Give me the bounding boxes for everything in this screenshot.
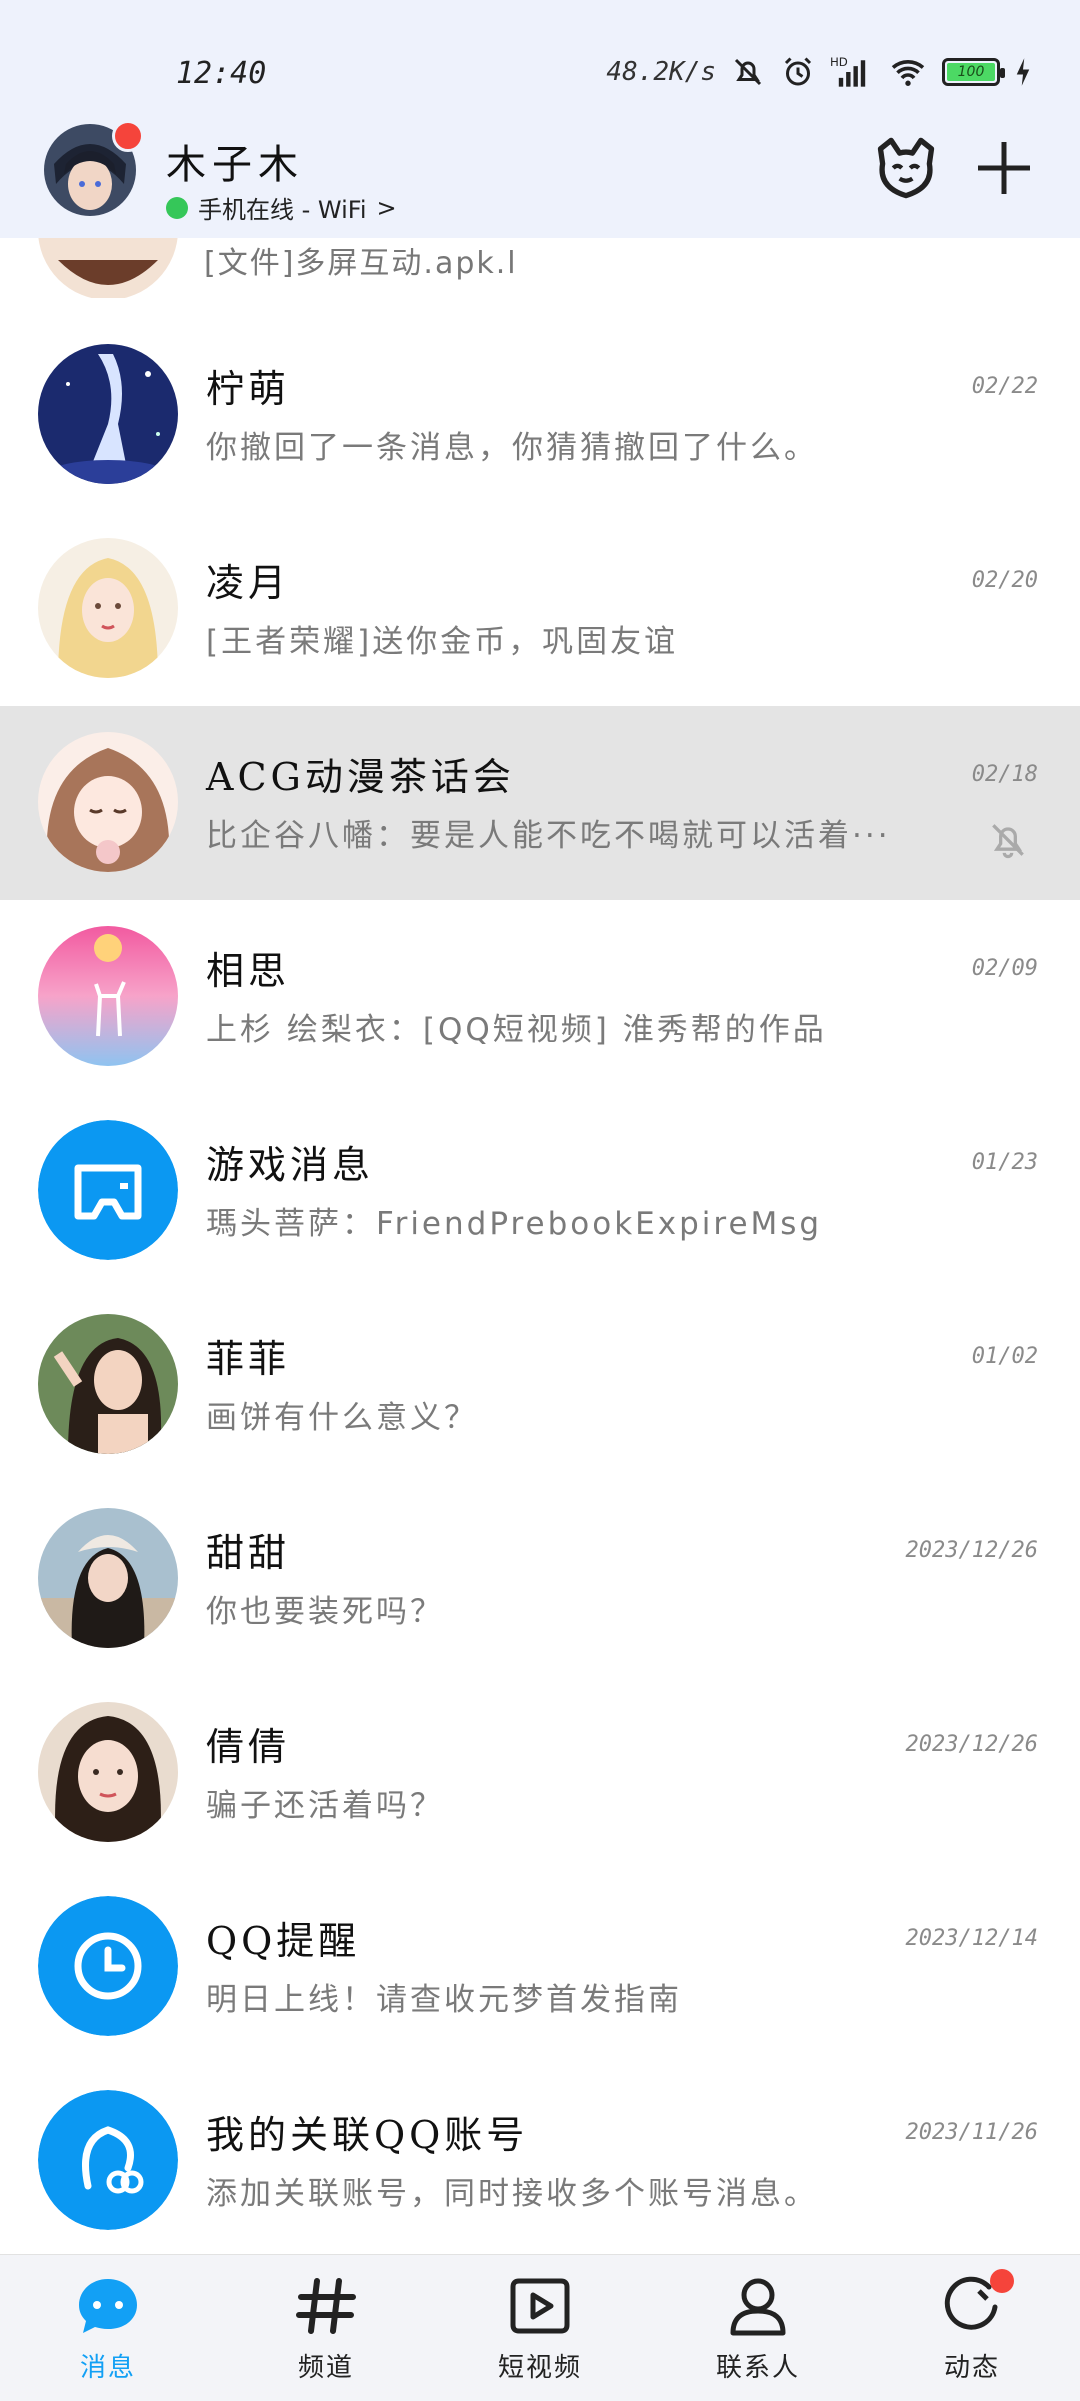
nav-label: 消息 xyxy=(79,2353,136,2383)
cat-icon[interactable] xyxy=(872,134,940,206)
conversation-title: ACG动漫茶话会 xyxy=(206,755,515,799)
list-item[interactable]: 相思 上杉 绘梨衣：[QQ短视频] 淮秀帮的作品 02/09 xyxy=(0,900,1080,1094)
list-item[interactable]: ACG动漫茶话会 比企谷八幡：要是人能不吃不喝就可以活着··· 02/18 xyxy=(0,706,1080,900)
list-item[interactable]: 凌月 [王者荣耀]送你金币，巩固友谊 02/20 xyxy=(0,512,1080,706)
battery-icon: 100 xyxy=(942,58,1005,86)
avatar xyxy=(38,926,178,1066)
bottom-nav: 消息 频道 短视频 联系人 动态 xyxy=(0,2254,1080,2401)
mute-bell-icon xyxy=(730,54,766,90)
list-item[interactable]: [文件]多屏互动.apk.l xyxy=(0,238,1080,298)
conversation-title: QQ提醒 xyxy=(206,1919,361,1963)
conversation-title: 相思 xyxy=(206,949,291,993)
message-preview: 上杉 绘梨衣：[QQ短视频] 淮秀帮的作品 xyxy=(206,1012,827,1048)
notification-badge xyxy=(990,2269,1014,2293)
message-preview: 画饼有什么意义？ xyxy=(206,1400,478,1436)
contact-icon xyxy=(688,2271,828,2341)
status-time: 12:40 xyxy=(176,56,267,91)
status-icons: 48.2K/s HD 100 xyxy=(606,50,1032,94)
avatar xyxy=(38,538,178,678)
tab-short-video[interactable]: 短视频 xyxy=(470,2271,610,2384)
avatar xyxy=(38,1896,178,2036)
message-preview: [王者荣耀]送你金币，巩固友谊 xyxy=(206,624,679,660)
timestamp: 01/23 xyxy=(971,1150,1038,1175)
list-item[interactable]: 倩倩 骗子还活着吗？ 2023/12/26 xyxy=(0,1676,1080,1870)
avatar xyxy=(38,238,178,298)
message-preview: 你撤回了一条消息，你猜猜撤回了什么。 xyxy=(206,430,818,466)
chevron-right-icon: > xyxy=(376,193,397,222)
video-icon xyxy=(470,2271,610,2341)
timestamp: 02/20 xyxy=(971,568,1038,593)
list-item[interactable]: 柠萌 你撤回了一条消息，你猜猜撤回了什么。 02/22 xyxy=(0,318,1080,512)
message-preview: 骗子还活着吗？ xyxy=(206,1788,444,1824)
hash-icon xyxy=(256,2271,396,2341)
list-item[interactable]: QQ提醒 明日上线！请查收元梦首发指南 2023/12/14 xyxy=(0,1870,1080,2064)
notification-badge xyxy=(112,120,144,152)
tab-feed[interactable]: 动态 xyxy=(902,2269,1042,2384)
timestamp: 01/02 xyxy=(971,1344,1038,1369)
avatar xyxy=(38,1702,178,1842)
header: 木子木 手机在线 - WiFi > xyxy=(0,120,1080,238)
feed-icon xyxy=(902,2271,1042,2341)
svg-text:HD: HD xyxy=(830,55,848,69)
message-preview: [文件]多屏互动.apk.l xyxy=(204,246,518,281)
timestamp: 2023/12/26 xyxy=(905,1732,1038,1757)
avatar xyxy=(38,732,178,872)
user-name[interactable]: 木子木 xyxy=(166,132,304,190)
conversation-title: 甜甜 xyxy=(206,1531,291,1575)
alarm-icon xyxy=(780,54,816,90)
conversation-title: 凌月 xyxy=(206,561,291,605)
message-preview: 你也要装死吗？ xyxy=(206,1594,444,1630)
conversation-title: 倩倩 xyxy=(206,1725,291,1769)
list-item[interactable]: 甜甜 你也要装死吗？ 2023/12/26 xyxy=(0,1482,1080,1676)
message-preview: 明日上线！请查收元梦首发指南 xyxy=(206,1982,682,2018)
tab-channels[interactable]: 频道 xyxy=(256,2271,396,2384)
nav-label: 频道 xyxy=(297,2353,354,2383)
timestamp: 02/22 xyxy=(971,374,1038,399)
nav-label: 短视频 xyxy=(497,2353,582,2383)
message-preview: 添加关联账号，同时接收多个账号消息。 xyxy=(206,2176,818,2212)
avatar xyxy=(38,1120,178,1260)
timestamp: 2023/12/14 xyxy=(905,1926,1038,1951)
tab-contacts[interactable]: 联系人 xyxy=(688,2271,828,2384)
list-item[interactable]: 菲菲 画饼有什么意义？ 01/02 xyxy=(0,1288,1080,1482)
online-dot-icon xyxy=(166,196,188,219)
list-item[interactable]: 我的关联QQ账号 添加关联账号，同时接收多个账号消息。 2023/11/26 xyxy=(0,2064,1080,2258)
tab-messages[interactable]: 消息 xyxy=(38,2271,178,2384)
timestamp: 2023/12/26 xyxy=(905,1538,1038,1563)
conversation-title: 游戏消息 xyxy=(206,1143,375,1187)
message-icon xyxy=(38,2271,178,2341)
avatar xyxy=(38,1314,178,1454)
plus-icon[interactable] xyxy=(974,138,1034,202)
battery-level: 100 xyxy=(947,63,995,81)
timestamp: 02/09 xyxy=(971,956,1038,981)
timestamp: 2023/11/26 xyxy=(905,2120,1038,2145)
status-bar: 12:40 48.2K/s HD 100 xyxy=(0,0,1080,120)
mute-bell-icon xyxy=(986,818,1030,866)
avatar xyxy=(38,2090,178,2230)
charging-icon xyxy=(1014,57,1032,87)
conversation-title: 菲菲 xyxy=(206,1337,291,1381)
avatar xyxy=(38,344,178,484)
nav-label: 动态 xyxy=(943,2353,1000,2383)
avatar xyxy=(38,1508,178,1648)
online-status-text: 手机在线 - WiFi xyxy=(198,196,367,224)
wifi-icon xyxy=(888,54,928,90)
conversation-title: 柠萌 xyxy=(206,367,291,411)
conversation-title: 我的关联QQ账号 xyxy=(206,2113,529,2157)
signal-icon: HD xyxy=(830,54,874,90)
message-preview: 瑪头菩萨：FriendPrebookExpireMsg xyxy=(206,1206,823,1242)
nav-label: 联系人 xyxy=(715,2353,800,2383)
online-status[interactable]: 手机在线 - WiFi > xyxy=(166,190,397,225)
timestamp: 02/18 xyxy=(971,762,1038,787)
net-speed: 48.2K/s xyxy=(606,57,716,87)
message-preview: 比企谷八幡：要是人能不吃不喝就可以活着··· xyxy=(206,818,891,854)
list-item[interactable]: 游戏消息 瑪头菩萨：FriendPrebookExpireMsg 01/23 xyxy=(0,1094,1080,1288)
